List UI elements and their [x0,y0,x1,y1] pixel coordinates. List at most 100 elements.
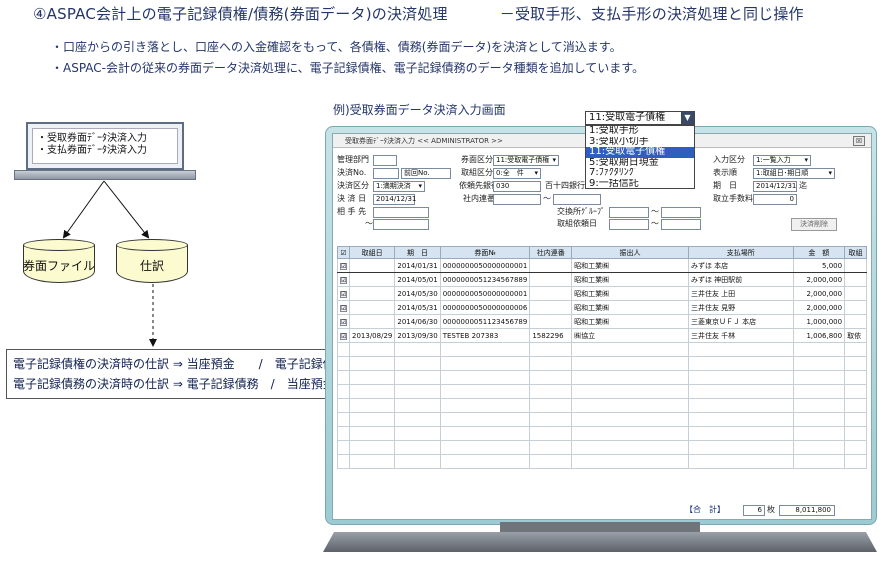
bank-code-input[interactable]: 030 [493,181,541,192]
grid-header[interactable]: ☑ [337,246,350,259]
table-row[interactable] [337,398,867,413]
dropdown-option[interactable]: 9:一括信託 [586,179,694,190]
table-cell [844,412,867,427]
prev-slip-button[interactable]: 前回No. [401,168,451,179]
close-icon[interactable]: ☒ [853,136,865,146]
table-row[interactable] [337,454,867,469]
table-cell [348,398,396,413]
grid-header: 券面№ [439,246,531,259]
dropdown-option[interactable]: 1:受取手形 [586,126,694,137]
table-cell [529,356,573,371]
row-checkbox[interactable]: ☑ [340,332,347,340]
table-cell [687,412,794,427]
table-cell [571,384,689,399]
exch-to-input[interactable] [661,207,701,218]
table-cell[interactable]: ☑ [337,300,350,315]
table-cell [844,342,867,357]
dropdown-option[interactable]: 11:受取電子債権 [586,147,694,158]
dept-input[interactable] [373,155,397,166]
table-cell[interactable]: ☑ [337,286,350,301]
order-label: 表示順 [713,168,737,177]
table-cell: みずほ 神田駅前 [687,272,794,287]
table-cell [337,440,350,455]
table-cell [792,412,846,427]
inner-from-input[interactable] [493,194,541,205]
table-row[interactable] [337,426,867,441]
table-cell: 2014/05/31 [394,300,441,315]
grid-header: 社内連番 [529,246,573,259]
table-cell [792,426,846,441]
table-row[interactable]: ☑ 2014/06/30 0000000051123456789 昭和工業㈱ 三菱東京Ｕ… [337,314,867,329]
row-checkbox[interactable]: ☑ [340,262,347,270]
kijitsu-label: 期 日 [713,181,737,190]
table-row[interactable]: ☑ 2014/05/31 0000000050000000006 昭和工業㈱ 三井住友 … [337,300,867,315]
kenmen-label: 券面区分 [461,155,493,164]
chevron-down-icon[interactable]: ▼ [681,112,694,124]
table-cell: 2014/01/31 [394,258,441,273]
total-amount: 8,011,800 [779,505,835,516]
order-select[interactable]: 1:取組日･期日順 [753,168,835,179]
table-cell: 0000000050000000001 [439,258,531,273]
fee-label: 取立手数料 [713,194,753,203]
exch-from-input[interactable] [609,207,649,218]
kenmen-select[interactable]: 11:受取電子債権 [493,155,559,166]
delete-settlement-button[interactable]: 決済削除 [791,218,837,231]
table-row[interactable]: ☑ 2014/01/31 0000000050000000001 昭和工業㈱ みずほ 本… [337,258,867,273]
slip-input[interactable] [373,168,399,179]
req-date-to-input[interactable] [661,219,701,230]
fee-input[interactable]: 0 [753,194,797,205]
table-cell: 0000000050000000006 [439,300,531,315]
table-row[interactable] [337,384,867,399]
row-checkbox[interactable]: ☑ [340,276,347,284]
table-cell [844,426,867,441]
kenmen-type-dropdown[interactable]: 11:受取電子債権 ▼ [585,111,695,125]
row-checkbox[interactable]: ☑ [340,318,347,326]
kbn-select[interactable]: 1:満期決済 [373,181,425,192]
table-cell [348,286,396,301]
table-cell [792,356,846,371]
dropdown-option[interactable]: 3:受取小切手 [586,137,694,148]
table-cell: 2,000,000 [792,272,846,287]
table-cell [348,412,396,427]
tilde-label: ～ [365,219,373,228]
table-cell [844,454,867,469]
table-cell: 1582296 [529,328,573,343]
table-row[interactable] [337,342,867,357]
kijitsu-input[interactable]: 2014/12/31 [753,181,797,192]
cylinder-label: 仕訳 [139,259,164,273]
table-row[interactable] [337,440,867,455]
row-checkbox[interactable]: ☑ [340,290,347,298]
table-cell: 2013/08/29 [348,328,396,343]
table-cell [844,286,867,301]
table-row[interactable] [337,356,867,371]
table-cell[interactable]: ☑ [337,272,350,287]
table-cell: 三井住友 見野 [687,300,794,315]
table-cell[interactable]: ☑ [337,258,350,273]
slip-label: 決済No. [337,168,367,177]
table-row[interactable]: ☑ 2014/05/30 0000000050000000001 昭和工業㈱ 三井住友 … [337,286,867,301]
table-cell [394,356,441,371]
table-cell[interactable]: ☑ [337,328,350,343]
table-cell [529,272,573,287]
row-checkbox[interactable]: ☑ [340,304,347,312]
torikumi-select[interactable]: 0:全 件 [493,168,541,179]
window-title: 受取券面ﾃﾞｰﾀ決済入力 << ADMINISTRATOR >> [345,137,503,145]
dropdown-option[interactable]: 5:受取期日現金 [586,158,694,169]
table-row[interactable] [337,370,867,385]
table-row[interactable]: ☑ 2013/08/29 2013/09/30 TESTEB 207383 158229… [337,328,867,343]
table-row[interactable]: ☑ 2014/05/01 0000000051234567889 昭和工業㈱ みずほ 神… [337,272,867,287]
table-row[interactable] [337,412,867,427]
input-kbn-select[interactable]: 1:一覧入力 [753,155,811,166]
table-cell: 5,000 [792,258,846,273]
table-cell [348,258,396,273]
dropdown-option[interactable]: 7:ﾌｧｸﾀﾘﾝｸﾞ [586,168,694,179]
table-cell [529,258,573,273]
table-cell[interactable]: ☑ [337,314,350,329]
inner-to-input[interactable] [553,194,601,205]
date-input[interactable]: 2014/12/31 [373,194,416,205]
partner-to-input[interactable] [373,219,429,230]
partner-from-input[interactable] [373,207,429,218]
req-date-from-input[interactable] [609,219,649,230]
tilde-label: ～ [651,207,659,216]
dropdown-selected: 11:受取電子債権 [589,112,666,123]
